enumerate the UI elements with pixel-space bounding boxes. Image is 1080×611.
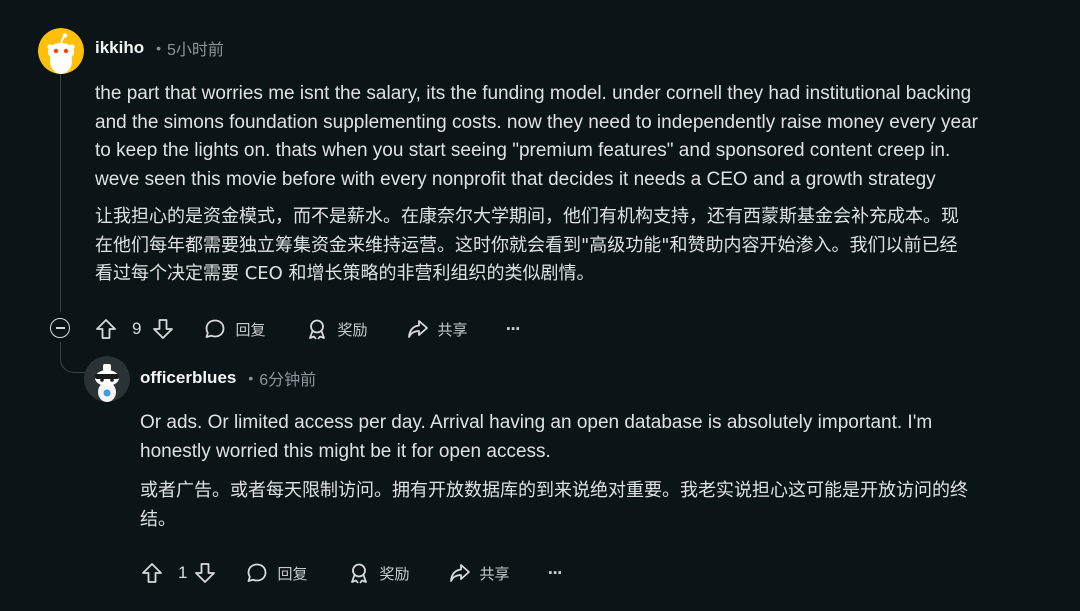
- share-label: 共享: [437, 320, 468, 339]
- arrow-down-icon: [153, 319, 174, 339]
- reply-label: 回复: [235, 320, 266, 339]
- award-label: 奖励: [379, 564, 410, 583]
- award-ribbon-icon: [309, 319, 326, 340]
- arrow-up-icon: [96, 319, 116, 339]
- award-button[interactable]: 奖励: [347, 561, 410, 585]
- share-button[interactable]: 共享: [406, 317, 468, 341]
- timestamp[interactable]: 6分钟前: [259, 366, 316, 390]
- comment-meta: officerblues • 6分钟前: [140, 366, 316, 390]
- meta-separator: •: [156, 40, 162, 56]
- reply-label: 回复: [277, 564, 308, 583]
- reply-button[interactable]: 回复: [245, 561, 307, 585]
- ellipsis-icon: ···: [505, 320, 521, 338]
- username-link[interactable]: officerblues: [140, 368, 236, 388]
- upvote-button[interactable]: [140, 561, 164, 585]
- username-link[interactable]: ikkiho: [95, 38, 144, 58]
- comment-meta: ikkiho • 5小时前: [95, 36, 224, 60]
- user-avatar[interactable]: [84, 356, 130, 402]
- speech-bubble-icon: [248, 563, 267, 582]
- arrow-up-icon: [142, 563, 162, 583]
- timestamp[interactable]: 5小时前: [167, 36, 224, 60]
- award-label: 奖励: [337, 320, 368, 339]
- speech-bubble-icon: [206, 319, 225, 338]
- comment-action-bar: 1 回复 奖励 共享 ···: [140, 558, 563, 588]
- award-button[interactable]: 奖励: [305, 317, 368, 341]
- snoo-avatar-icon: [38, 28, 84, 74]
- comment-body-chinese: 让我担心的是资金模式，而不是薪水。在康奈尔大学期间，他们有机构支持，还有西蒙斯基…: [95, 206, 959, 284]
- arrow-down-icon: [195, 563, 216, 583]
- reply-connector: [60, 342, 85, 373]
- ellipsis-icon: ···: [547, 564, 563, 582]
- snoo-avatar-icon: [84, 356, 130, 402]
- downvote-button[interactable]: [151, 317, 175, 341]
- award-ribbon-icon: [351, 563, 368, 584]
- comment-body-chinese: 或者广告。或者每天限制访问。拥有开放数据库的到来说绝对重要。我老实说担心这可能是…: [140, 480, 968, 530]
- collapse-minus-icon[interactable]: [50, 318, 70, 338]
- more-options-button[interactable]: ···: [505, 320, 521, 338]
- more-options-button[interactable]: ···: [547, 564, 563, 582]
- reply-button[interactable]: 回复: [203, 317, 265, 341]
- share-arrow-icon: [449, 564, 470, 582]
- comment-action-bar: 9 回复 奖励 共享 ···: [94, 314, 521, 344]
- meta-separator: •: [248, 370, 254, 386]
- user-avatar[interactable]: [38, 28, 84, 74]
- upvote-button[interactable]: [94, 317, 118, 341]
- share-button[interactable]: 共享: [448, 561, 510, 585]
- share-label: 共享: [479, 564, 510, 583]
- share-arrow-icon: [407, 320, 428, 338]
- vote-count: 1: [178, 563, 188, 582]
- comment-body-english: the part that worries me isnt the salary…: [95, 83, 978, 190]
- comment-body-english: Or ads. Or limited access per day. Arriv…: [140, 412, 933, 462]
- downvote-button[interactable]: [193, 561, 217, 585]
- vote-count: 9: [132, 319, 142, 338]
- thread-line: [60, 74, 61, 312]
